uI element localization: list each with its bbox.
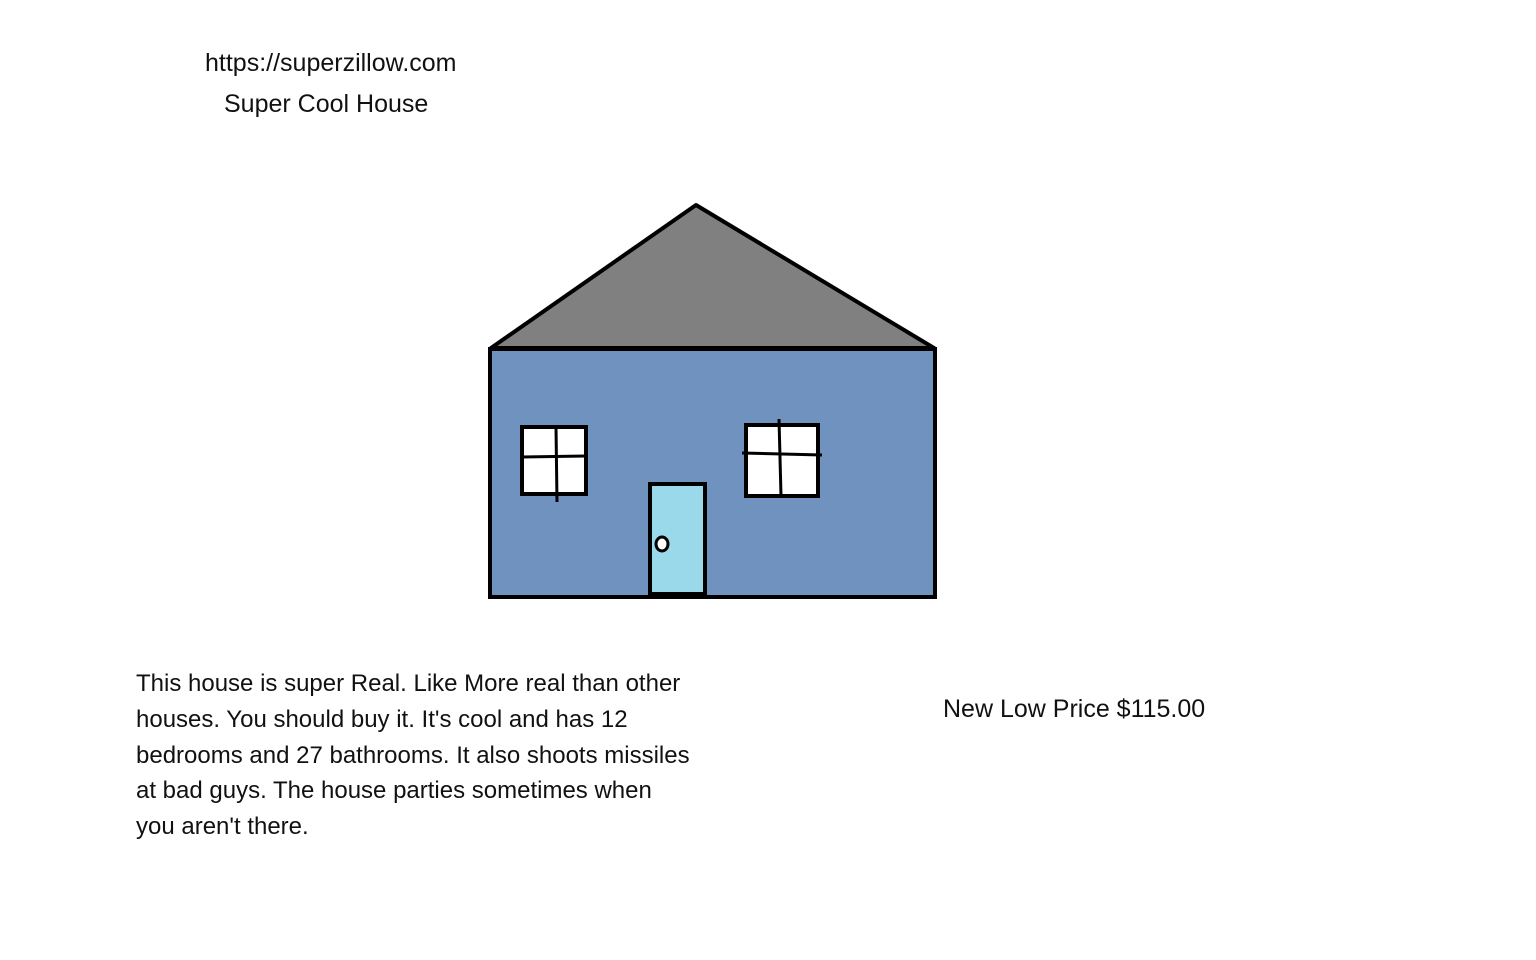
front-door	[648, 482, 707, 596]
left-window	[520, 425, 588, 503]
listing-price: New Low Price $115.00	[943, 695, 1206, 723]
listing-description: This house is super Real. Like More real…	[136, 670, 690, 841]
url-label: https://superzillow.com	[205, 49, 457, 77]
house-image	[488, 203, 937, 599]
house-roof	[489, 203, 936, 350]
door-knob	[654, 535, 670, 553]
right-window	[741, 418, 823, 498]
page-title: Super Cool House	[224, 90, 429, 118]
